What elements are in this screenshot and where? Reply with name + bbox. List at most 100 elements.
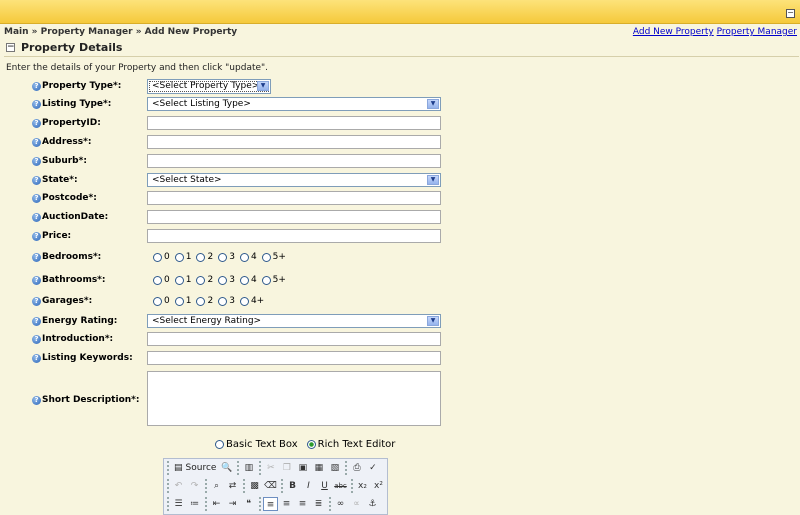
- underline-button[interactable]: U: [317, 479, 332, 493]
- help-icon[interactable]: ?: [32, 81, 41, 91]
- spellcheck-icon[interactable]: ✓: [365, 461, 380, 475]
- help-icon[interactable]: ?: [32, 156, 41, 166]
- price-label: ? Price:: [32, 231, 71, 241]
- bedrooms-radio-group: 0 1 2 3 4 5+: [153, 252, 291, 262]
- outdent-icon[interactable]: ⇤: [209, 497, 224, 511]
- paste-word-icon[interactable]: ▧: [327, 461, 342, 475]
- select-all-icon[interactable]: ▩: [247, 479, 262, 493]
- anchor-icon[interactable]: ⚓: [365, 497, 380, 511]
- paste-icon[interactable]: ▣: [295, 461, 310, 475]
- bathrooms-option[interactable]: 1: [174, 275, 191, 285]
- property-id-input[interactable]: [147, 116, 441, 130]
- italic-button[interactable]: I: [301, 479, 316, 493]
- collapse-icon[interactable]: −: [6, 43, 15, 52]
- templates-icon[interactable]: ▥: [241, 461, 256, 475]
- help-icon[interactable]: ?: [32, 275, 41, 285]
- intro-text: Enter the details of your Property and t…: [6, 63, 269, 73]
- help-icon[interactable]: ?: [32, 395, 41, 405]
- rich-text-editor-radio[interactable]: Rich Text Editor: [306, 439, 395, 450]
- bathrooms-label: ? Bathrooms*:: [32, 275, 106, 285]
- minimize-icon[interactable]: −: [786, 9, 795, 18]
- address-label: ? Address*:: [32, 137, 91, 147]
- postcode-label: ? Postcode*:: [32, 193, 97, 203]
- section-title: Property Details: [21, 41, 123, 54]
- introduction-input[interactable]: [147, 332, 441, 346]
- paste-text-icon[interactable]: ▦: [311, 461, 326, 475]
- help-icon[interactable]: ?: [32, 334, 41, 344]
- indent-icon[interactable]: ⇥: [225, 497, 240, 511]
- help-icon[interactable]: ?: [32, 212, 41, 222]
- align-left-icon[interactable]: ≡: [263, 497, 278, 511]
- align-right-icon[interactable]: ≡: [295, 497, 310, 511]
- state-select[interactable]: <Select State> ▼: [147, 173, 441, 187]
- help-icon[interactable]: ?: [32, 118, 41, 128]
- help-icon[interactable]: ?: [32, 193, 41, 203]
- short-description-textarea[interactable]: [147, 371, 441, 426]
- bulleted-list-icon[interactable]: ≔: [187, 497, 202, 511]
- property-type-select[interactable]: <Select Property Type> ▼: [147, 79, 271, 94]
- unlink-icon[interactable]: ∝: [349, 497, 364, 511]
- garages-option[interactable]: 1: [174, 296, 191, 306]
- cut-icon[interactable]: ✂: [263, 461, 278, 475]
- remove-format-icon[interactable]: ⌫: [263, 479, 278, 493]
- property-manager-link[interactable]: Property Manager: [717, 27, 797, 37]
- help-icon[interactable]: ?: [32, 252, 41, 262]
- garages-option[interactable]: 0: [153, 296, 170, 306]
- superscript-button[interactable]: x²: [371, 479, 386, 493]
- help-icon[interactable]: ?: [32, 231, 41, 241]
- listing-type-label: ? Listing Type*:: [32, 99, 111, 109]
- numbered-list-icon[interactable]: ☰: [171, 497, 186, 511]
- bedrooms-option[interactable]: 4: [239, 252, 257, 262]
- blockquote-icon[interactable]: ❝: [241, 497, 256, 511]
- bathrooms-option[interactable]: 3: [218, 275, 235, 285]
- bathrooms-option[interactable]: 5+: [261, 275, 286, 285]
- listing-keywords-input[interactable]: [147, 351, 441, 365]
- energy-rating-select[interactable]: <Select Energy Rating> ▼: [147, 314, 441, 328]
- address-input[interactable]: [147, 135, 441, 149]
- basic-text-box-radio[interactable]: Basic Text Box: [215, 439, 298, 450]
- undo-icon[interactable]: ↶: [171, 479, 186, 493]
- align-justify-icon[interactable]: ≣: [311, 497, 326, 511]
- garages-option[interactable]: 3: [218, 296, 235, 306]
- link-icon[interactable]: ∞: [333, 497, 348, 511]
- bedrooms-option[interactable]: 5+: [261, 252, 286, 262]
- property-id-label: ? PropertyID:: [32, 118, 101, 128]
- bathrooms-option[interactable]: 2: [196, 275, 213, 285]
- state-label: ? State*:: [32, 175, 78, 185]
- suburb-input[interactable]: [147, 154, 441, 168]
- bathrooms-option[interactable]: 0: [153, 275, 170, 285]
- garages-option[interactable]: 4+: [239, 296, 264, 306]
- copy-icon[interactable]: ❐: [279, 461, 294, 475]
- chevron-down-icon: ▼: [427, 99, 439, 109]
- add-new-property-link[interactable]: Add New Property: [633, 27, 714, 37]
- find-icon[interactable]: ⌕: [209, 479, 224, 493]
- redo-icon[interactable]: ↷: [187, 479, 202, 493]
- postcode-input[interactable]: [147, 191, 441, 205]
- bathrooms-radio-group: 0 1 2 3 4 5+: [153, 275, 291, 285]
- preview-icon[interactable]: 🔍: [219, 461, 234, 475]
- print-icon[interactable]: ⎙: [349, 461, 364, 475]
- garages-option[interactable]: 2: [196, 296, 213, 306]
- help-icon[interactable]: ?: [32, 316, 41, 326]
- property-type-label: ? Property Type*:: [32, 81, 121, 91]
- source-button[interactable]: ▤ Source: [171, 461, 219, 475]
- bedrooms-option[interactable]: 2: [196, 252, 213, 262]
- bathrooms-option[interactable]: 4: [239, 275, 257, 285]
- section-divider: [4, 56, 799, 57]
- bedrooms-option[interactable]: 0: [153, 252, 170, 262]
- help-icon[interactable]: ?: [32, 296, 41, 306]
- help-icon[interactable]: ?: [32, 175, 41, 185]
- bold-button[interactable]: B: [285, 479, 300, 493]
- auction-date-input[interactable]: [147, 210, 441, 224]
- replace-icon[interactable]: ⇄: [225, 479, 240, 493]
- listing-type-select[interactable]: <Select Listing Type> ▼: [147, 97, 441, 111]
- subscript-button[interactable]: x₂: [355, 479, 370, 493]
- bedrooms-option[interactable]: 1: [174, 252, 191, 262]
- bedrooms-option[interactable]: 3: [218, 252, 235, 262]
- align-center-icon[interactable]: ≡: [279, 497, 294, 511]
- help-icon[interactable]: ?: [32, 99, 41, 109]
- help-icon[interactable]: ?: [32, 353, 41, 363]
- strikethrough-button[interactable]: abc: [333, 479, 348, 493]
- help-icon[interactable]: ?: [32, 137, 41, 147]
- price-input[interactable]: [147, 229, 441, 243]
